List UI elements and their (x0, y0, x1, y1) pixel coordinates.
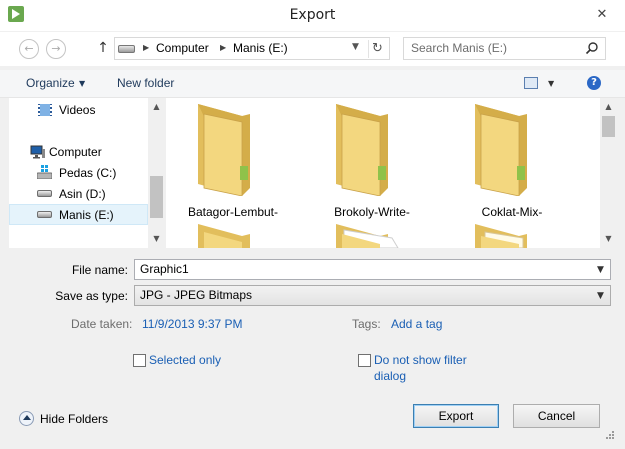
sidebar-scrollbar-thumb[interactable] (150, 176, 163, 218)
scroll-up-icon[interactable]: ▲ (148, 102, 165, 111)
folder-icon[interactable] (471, 224, 531, 248)
resize-grip-icon[interactable] (603, 430, 615, 442)
sidebar-item-videos[interactable]: Videos (59, 103, 95, 117)
chevron-down-icon[interactable]: ▼ (79, 79, 85, 88)
videos-icon (37, 103, 53, 117)
sidebar-item-pedas[interactable]: Pedas (C:) (59, 166, 116, 180)
save-type-value[interactable]: JPG - JPEG Bitmaps (140, 288, 252, 302)
cancel-button[interactable]: Cancel (513, 404, 600, 428)
folder-icon[interactable] (194, 224, 254, 248)
file-name-field[interactable] (134, 259, 611, 280)
folder-icon[interactable] (194, 104, 254, 197)
organize-button[interactable]: Organize (26, 76, 75, 90)
hide-folders-icon[interactable] (19, 411, 34, 426)
scroll-up-icon[interactable]: ▲ (600, 102, 617, 111)
file-name-value[interactable]: Graphic1 (140, 262, 189, 276)
new-folder-button[interactable]: New folder (117, 76, 174, 90)
breadcrumb-manis[interactable]: Manis (E:) (233, 41, 288, 55)
no-filter-dialog-label-line2[interactable]: dialog (374, 368, 406, 384)
scroll-down-icon[interactable]: ▼ (600, 234, 617, 243)
search-placeholder: Search Manis (E:) (411, 41, 508, 55)
computer-icon (29, 145, 46, 159)
back-button[interactable]: ← (19, 39, 39, 59)
add-tag-link[interactable]: Add a tag (391, 317, 442, 331)
date-taken-value[interactable]: 11/9/2013 9:37 PM (142, 317, 243, 331)
refresh-icon[interactable]: ↻ (368, 40, 386, 58)
chevron-down-icon[interactable]: ▼ (548, 79, 554, 88)
selected-only-label[interactable]: Selected only (149, 352, 221, 368)
breadcrumb-separator[interactable]: ▶ (143, 41, 149, 55)
selected-only-checkbox[interactable] (133, 354, 146, 367)
breadcrumb-separator[interactable]: ▶ (220, 41, 226, 55)
folder-label[interactable]: Batagor-Lembut- (168, 205, 298, 219)
file-name-label: File name: (71, 263, 128, 277)
forward-button[interactable]: → (46, 39, 66, 59)
windows-drive-icon (36, 165, 53, 180)
drive-icon (37, 211, 52, 218)
help-icon[interactable]: ? (587, 76, 601, 90)
folder-icon[interactable] (332, 104, 392, 197)
folder-icon[interactable] (471, 104, 531, 197)
sidebar-item-manis[interactable]: Manis (E:) (59, 208, 114, 222)
save-type-label: Save as type: (55, 289, 128, 303)
no-filter-dialog-label[interactable]: Do not show filter (374, 352, 467, 368)
folder-icon[interactable] (332, 224, 402, 248)
tags-label: Tags: (352, 317, 381, 331)
sidebar-item-computer[interactable]: Computer (49, 145, 102, 159)
hide-folders-button[interactable]: Hide Folders (40, 412, 108, 426)
export-button[interactable]: Export (413, 404, 499, 428)
drive-icon (37, 190, 52, 197)
chevron-down-icon[interactable]: ▼ (352, 42, 359, 52)
search-icon[interactable] (585, 41, 599, 55)
date-taken-label: Date taken: (71, 317, 133, 331)
no-filter-dialog-checkbox[interactable] (358, 354, 371, 367)
breadcrumb-computer[interactable]: Computer (156, 41, 209, 55)
drive-icon (118, 45, 135, 53)
sidebar-scrollbar[interactable] (148, 98, 165, 248)
chevron-down-icon[interactable]: ▼ (597, 291, 604, 301)
view-options-icon[interactable] (524, 77, 538, 89)
folder-label[interactable]: Brokoly-Write- (307, 205, 437, 219)
scroll-down-icon[interactable]: ▼ (148, 234, 165, 243)
up-button[interactable]: ↑ (95, 40, 111, 58)
sidebar-item-asin[interactable]: Asin (D:) (59, 187, 106, 201)
folder-label[interactable]: Coklat-Mix- (447, 205, 577, 219)
close-button[interactable]: ✕ (592, 6, 612, 24)
chevron-down-icon[interactable]: ▼ (597, 265, 604, 275)
window-title: Export (289, 7, 336, 23)
file-list-scrollbar-thumb[interactable] (602, 116, 615, 137)
